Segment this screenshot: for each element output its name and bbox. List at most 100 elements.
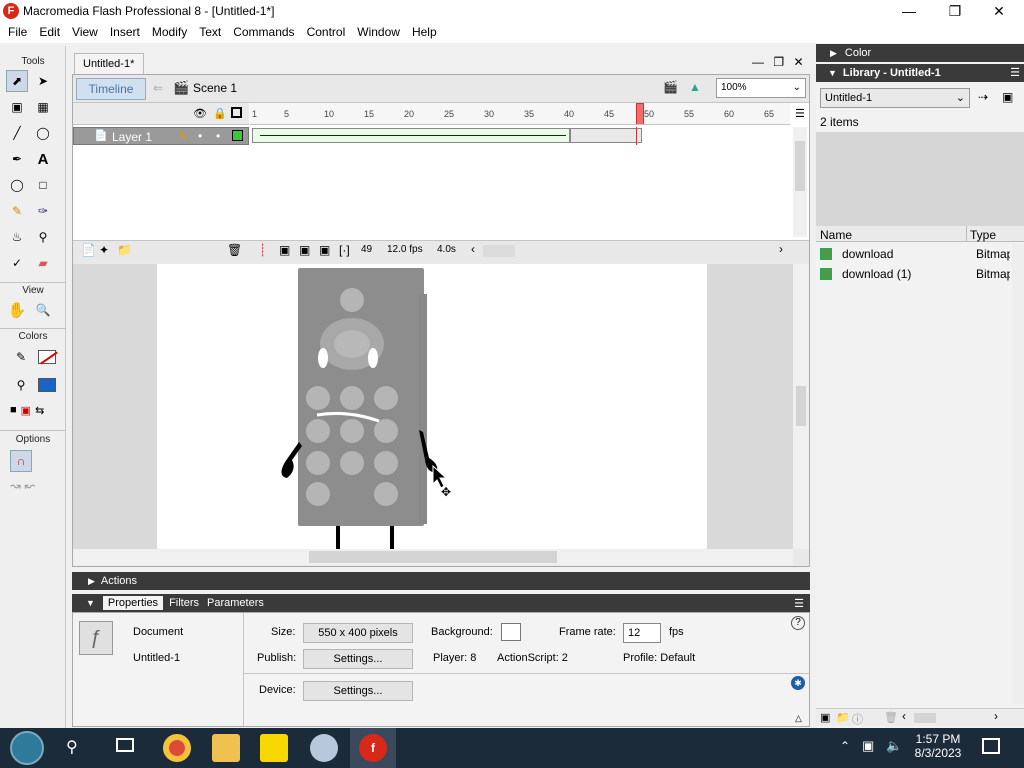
timeline-menu-icon[interactable]: ☰	[795, 107, 805, 120]
column-type[interactable]: Type	[970, 228, 996, 242]
stroke-color-swatch[interactable]	[36, 346, 58, 368]
list-item[interactable]: download (1) Bitmap	[816, 264, 1012, 284]
paint-bucket-tool-icon[interactable]: ⚲	[32, 226, 54, 248]
tab-parameters[interactable]: Parameters	[207, 597, 264, 609]
menu-window[interactable]: Window	[351, 22, 406, 43]
doc-restore-icon[interactable]: ❐	[773, 55, 784, 69]
menu-edit[interactable]: Edit	[33, 22, 66, 43]
help-icon[interactable]: ?	[791, 616, 805, 630]
eraser-tool-icon[interactable]: ▰	[32, 252, 54, 274]
menu-help[interactable]: Help	[406, 22, 443, 43]
no-color-icon[interactable]: ▣	[21, 404, 31, 417]
notes-app-icon[interactable]	[260, 734, 288, 762]
library-panel-header[interactable]: ▼ Library - Untitled-1 ☰	[816, 64, 1024, 82]
text-tool-icon[interactable]: A	[32, 148, 54, 170]
motion-guide-icon[interactable]: ✦	[99, 243, 109, 257]
free-transform-tool-icon[interactable]: ▣	[6, 96, 28, 118]
menu-text[interactable]: Text	[193, 22, 227, 43]
file-explorer-icon[interactable]	[212, 734, 240, 762]
stage-hscroll[interactable]	[73, 549, 793, 565]
doc-close-icon[interactable]: ✕	[793, 55, 803, 69]
edit-symbols-icon[interactable]: ▲	[689, 80, 701, 94]
background-color-swatch[interactable]	[501, 623, 521, 641]
tab-properties[interactable]: Properties	[102, 596, 164, 610]
arrow-tool-icon[interactable]: ⬈	[6, 70, 28, 92]
menu-insert[interactable]: Insert	[104, 22, 146, 43]
panel-menu-icon[interactable]: ☰	[794, 597, 804, 610]
tray-chevron-icon[interactable]: ⌃	[840, 739, 850, 753]
search-icon[interactable]: ⚲	[66, 737, 78, 757]
layer-name[interactable]: Layer 1	[112, 130, 152, 144]
clock[interactable]: 1:57 PM 8/3/2023	[908, 732, 968, 760]
zoom-tool-icon[interactable]: 🔍	[32, 299, 54, 321]
scroll-right-icon[interactable]: ›	[994, 709, 998, 723]
new-folder-icon[interactable]: 📁	[836, 711, 850, 724]
modify-markers-icon[interactable]: [·]	[339, 243, 350, 257]
outline-color-swatch[interactable]	[232, 130, 243, 141]
library-vscroll[interactable]	[1012, 244, 1024, 704]
eyedropper-tool-icon[interactable]: ✓	[6, 252, 28, 274]
menu-file[interactable]: File	[2, 22, 33, 43]
edit-scene-icon[interactable]: 🎬	[663, 80, 678, 94]
frame-row[interactable]	[250, 127, 790, 145]
eye-icon[interactable]: 👁	[193, 107, 207, 120]
network-icon[interactable]: ▣	[862, 738, 874, 754]
back-arrow-icon[interactable]: ⇐	[153, 81, 163, 95]
framerate-input[interactable]: 12	[623, 623, 661, 643]
pencil-tool-icon[interactable]: ✎	[6, 200, 28, 222]
column-name[interactable]: Name	[820, 228, 852, 242]
paint-icon[interactable]	[310, 734, 338, 762]
chrome-icon[interactable]	[163, 734, 191, 762]
oval-tool-icon[interactable]: ◯	[6, 174, 28, 196]
swap-colors-icon[interactable]: ⇆	[35, 404, 44, 417]
properties-icon[interactable]: ⓘ	[852, 711, 863, 727]
tab-filters[interactable]: Filters	[169, 597, 199, 609]
hand-tool-icon[interactable]: ✋	[6, 299, 28, 321]
pin-library-icon[interactable]: ⇢	[978, 90, 988, 104]
scroll-left-icon[interactable]: ‹	[902, 709, 906, 723]
stage[interactable]: ✥	[157, 264, 707, 549]
start-button[interactable]	[10, 731, 44, 765]
collapse-arrow-icon[interactable]: ▼	[86, 598, 95, 608]
color-panel-header[interactable]: ▶ Color	[816, 44, 1024, 62]
restore-button[interactable]: ❐	[932, 0, 978, 22]
black-white-icon[interactable]: ■	[10, 404, 17, 417]
brush-tool-icon[interactable]: ✑	[32, 200, 54, 222]
library-document-select[interactable]: Untitled-1 ⌄	[820, 88, 970, 108]
task-view-icon[interactable]	[116, 738, 134, 752]
gradient-transform-tool-icon[interactable]: ▦	[32, 96, 54, 118]
flash-taskbar-button[interactable]: f	[350, 728, 396, 768]
stage-vscroll[interactable]	[793, 264, 809, 549]
visible-dot[interactable]: •	[198, 129, 202, 143]
menu-modify[interactable]: Modify	[146, 22, 193, 43]
timeline-vscroll[interactable]	[793, 127, 807, 237]
layer-row[interactable]: 📄 Layer 1 ✎ • •	[73, 127, 249, 145]
volume-icon[interactable]: 🔈	[886, 738, 902, 754]
size-button[interactable]: 550 x 400 pixels	[303, 623, 413, 643]
insert-layer-icon[interactable]: 📄	[81, 243, 96, 257]
fill-color-swatch[interactable]	[36, 374, 58, 396]
trash-icon[interactable]: 🗑	[227, 243, 242, 257]
new-library-panel-icon[interactable]: ▣	[1002, 90, 1013, 104]
menu-control[interactable]: Control	[301, 22, 352, 43]
lock-icon[interactable]: 🔒	[213, 107, 227, 120]
minimize-button[interactable]: —	[886, 0, 932, 22]
doc-minimize-icon[interactable]: —	[752, 55, 764, 69]
collapse-props-icon[interactable]: △	[795, 713, 802, 724]
publish-settings-button[interactable]: Settings...	[303, 649, 413, 669]
subselect-tool-icon[interactable]: ➤	[32, 70, 54, 92]
timeline-scrollbar[interactable]	[483, 245, 515, 257]
snap-to-objects-icon[interactable]: ∩	[10, 450, 32, 472]
smooth-icon[interactable]: ↝ ↜	[10, 478, 35, 494]
outline-icon[interactable]	[231, 107, 242, 118]
menu-view[interactable]: View	[66, 22, 104, 43]
notifications-icon[interactable]	[982, 738, 1000, 754]
frame-ruler[interactable]: 1 5 10 15 20 25 30 35 40 45 50 55 60 65	[250, 103, 790, 125]
scroll-left-icon[interactable]: ‹	[471, 242, 475, 256]
library-menu-icon[interactable]: ☰	[1010, 64, 1020, 82]
insert-folder-icon[interactable]: 📁	[117, 243, 132, 257]
character-drawing[interactable]: ✥	[157, 264, 707, 549]
actions-panel-header[interactable]: ▶ Actions	[72, 572, 810, 590]
library-hscroll[interactable]	[914, 713, 936, 723]
list-item[interactable]: download Bitmap	[816, 244, 1012, 264]
